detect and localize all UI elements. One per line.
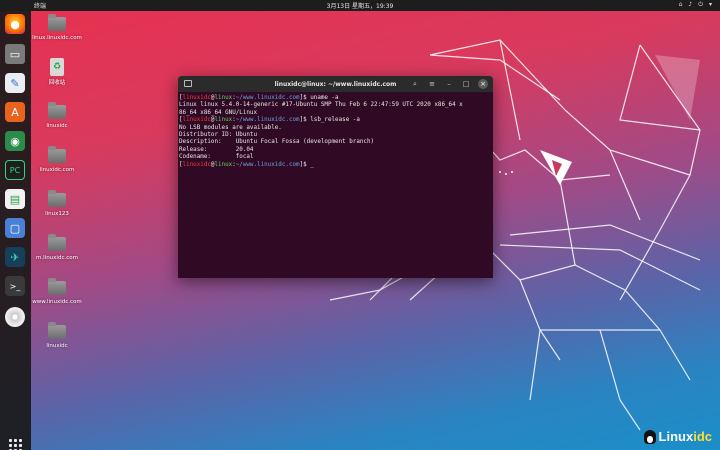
desktop-icon-label: linux123 xyxy=(45,211,69,217)
desktop-icon-label: linuxidc.com xyxy=(39,167,75,173)
folder-icon xyxy=(48,278,66,295)
output-line: Codename: focal xyxy=(179,154,254,161)
desktop-icon[interactable]: linuxidc.com xyxy=(32,146,82,173)
output-line: No LSB modules are available. xyxy=(179,124,282,131)
watermark-text: Linuxidc xyxy=(658,429,712,444)
terminal-output[interactable]: [linuxidc@linux:~/www.linuxidc.com]$ una… xyxy=(178,92,493,169)
folder-icon xyxy=(48,322,66,339)
desktop-icon-label: linuxidc xyxy=(46,123,68,129)
desktop-icon[interactable]: m.linuxidc.com xyxy=(32,234,82,261)
prompt: [linuxidc@linux:~/www.linuxidc.com]$ xyxy=(179,161,311,168)
search-icon[interactable]: ⌕ xyxy=(410,79,420,89)
command: _ xyxy=(310,161,314,168)
android-studio-icon[interactable]: ◉ xyxy=(5,131,25,151)
firefox-icon[interactable]: ● xyxy=(5,14,25,34)
hamburger-menu-icon[interactable]: ≡ xyxy=(427,79,437,89)
terminal-titlebar[interactable]: linuxidc@linux: ~/www.linuxidc.com ⌕ ≡ –… xyxy=(178,76,493,92)
screenshot-icon[interactable]: ▢ xyxy=(5,218,25,238)
folder-icon xyxy=(48,102,66,119)
optical-disc-icon[interactable] xyxy=(5,307,25,327)
maximize-button[interactable]: □ xyxy=(461,79,471,89)
desktop-icon-label: linux.linuxidc.com xyxy=(32,35,82,41)
minimize-button[interactable]: – xyxy=(444,79,454,89)
terminal-title: linuxidc@linux: ~/www.linuxidc.com xyxy=(274,80,397,88)
desktop-icon[interactable]: ♻ 回收站 xyxy=(32,58,82,86)
top-bar: 终端 3月13日 星期五，19:39 ⌂ ♪ ⏻ ▾ xyxy=(0,0,720,11)
output-line: Release: 20.04 xyxy=(179,146,254,153)
output-line: Distributor ID: Ubuntu xyxy=(179,132,258,139)
command: lsb_release -a xyxy=(310,117,360,124)
network-icon[interactable]: ⌂ xyxy=(679,1,683,9)
folder-icon xyxy=(48,14,66,31)
desktop-icon[interactable]: linux123 xyxy=(32,190,82,217)
desktop-icon-label: m.linuxidc.com xyxy=(36,255,78,261)
command: uname -a xyxy=(310,95,339,101)
system-monitor-icon[interactable]: ▤ xyxy=(5,189,25,209)
new-tab-icon[interactable] xyxy=(184,80,192,87)
files-icon[interactable]: ▭ xyxy=(5,44,25,64)
folder-icon xyxy=(48,190,66,207)
software-icon[interactable]: A xyxy=(5,102,25,122)
desktop-icon[interactable]: linuxidc xyxy=(32,102,82,129)
clock[interactable]: 3月13日 星期五，19:39 xyxy=(0,1,720,10)
pycharm-edu-icon[interactable]: ✈ xyxy=(5,247,25,267)
desktop-icon-label: 回收站 xyxy=(48,80,66,86)
output-line: Linux linux 5.4.0-14-generic #17-Ubuntu … xyxy=(179,102,463,109)
show-applications-icon[interactable] xyxy=(9,439,22,450)
power-icon[interactable]: ⏻ xyxy=(698,1,703,9)
dock: ● ▭ ✎ A ◉ PC ▤ ▢ ✈ >_ xyxy=(0,11,31,450)
folder-icon xyxy=(48,146,66,163)
system-tray[interactable]: ⌂ ♪ ⏻ ▾ xyxy=(679,1,712,9)
pycharm-icon[interactable]: PC xyxy=(5,160,25,180)
output-line: Description: Ubuntu Focal Fossa (develop… xyxy=(179,139,375,146)
text-editor-icon[interactable]: ✎ xyxy=(5,73,25,93)
watermark: Linuxidc xyxy=(643,429,712,444)
close-button[interactable]: × xyxy=(478,79,488,89)
tux-icon xyxy=(643,430,656,444)
desktop-icon[interactable]: linux.linuxidc.com xyxy=(32,14,82,41)
prompt: [linuxidc@linux:~/www.linuxidc.com]$ xyxy=(179,117,311,124)
desktop-icon-label: linuxidc xyxy=(46,343,68,349)
desktop-icon-label: www.linuxidc.com xyxy=(32,299,82,305)
folder-icon xyxy=(48,234,66,251)
desktop-icon[interactable]: linuxidc xyxy=(32,322,82,349)
volume-icon[interactable]: ♪ xyxy=(688,1,692,9)
output-line: 86_64 x86_64 GNU/Linux xyxy=(179,109,258,116)
terminal-window[interactable]: linuxidc@linux: ~/www.linuxidc.com ⌕ ≡ –… xyxy=(178,76,493,278)
terminal-icon[interactable]: >_ xyxy=(5,276,25,296)
menu-icon[interactable]: ▾ xyxy=(709,1,712,9)
desktop-icon[interactable]: www.linuxidc.com xyxy=(32,278,82,305)
prompt: [linuxidc@linux:~/www.linuxidc.com]$ xyxy=(179,95,311,101)
trash-icon: ♻ xyxy=(50,58,64,76)
